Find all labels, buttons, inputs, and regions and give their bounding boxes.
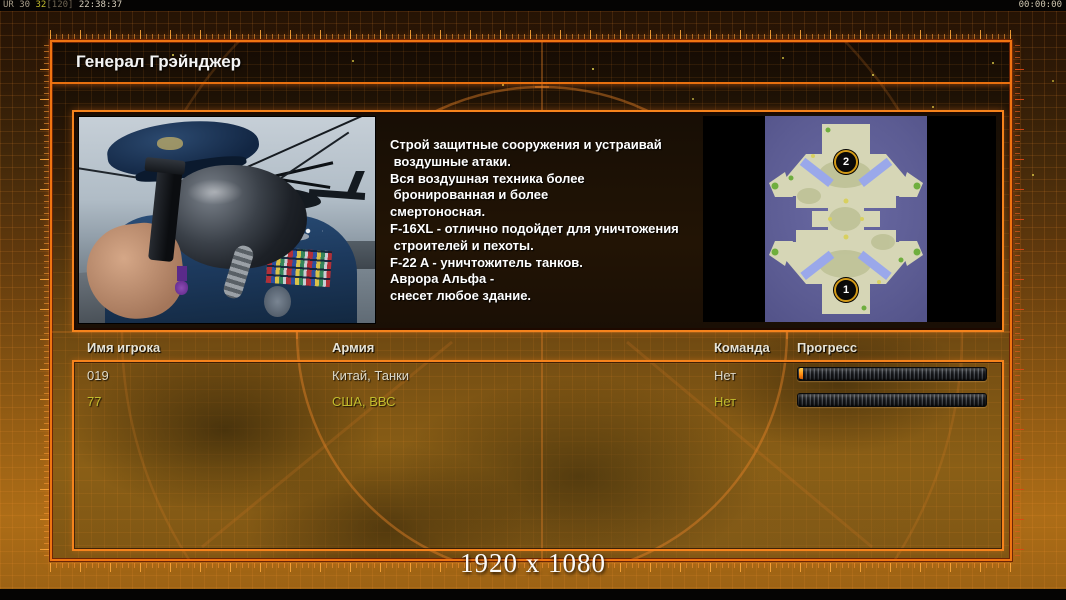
- general-briefing: Строй защитные сооружения и устраивай во…: [390, 137, 720, 305]
- main-frame: Генерал Грэйнджер Строй защитные сооруже…: [50, 40, 1012, 561]
- general-info-box: Строй защитные сооружения и устраивай во…: [72, 110, 1004, 332]
- ruler-left: [39, 40, 49, 561]
- debug-counters: UR 30 32[120] 22:38:37: [3, 0, 122, 11]
- map-preview-panel: 2 1: [703, 116, 996, 322]
- players-table: 019 Китай, Танки Нет 77 США, ВВС Нет: [72, 360, 1004, 551]
- spawn-point-badge: 1: [834, 278, 858, 302]
- map-preview: 2 1: [765, 116, 927, 322]
- player-army: США, ВВС: [332, 394, 396, 409]
- game-loading-screen: UR 30 32[120] 22:38:37 00:00:00 Генерал …: [0, 0, 1066, 600]
- briefing-line: Строй защитные сооружения и устраивай: [390, 137, 662, 152]
- briefing-line: бронированная и более: [390, 187, 549, 203]
- briefing-line: смертоносная.: [390, 204, 486, 220]
- uniform-emblem: [264, 286, 291, 317]
- page-title: Генерал Грэйнджер: [76, 52, 242, 71]
- player-row: 77 США, ВВС Нет: [74, 393, 1002, 411]
- loading-progress-bar: [797, 393, 987, 407]
- debug-status-bar: UR 30 32[120] 22:38:37 00:00:00: [0, 0, 1066, 11]
- debug-fps: 32: [35, 0, 47, 10]
- briefing-line: F-16XL - отлично подойдет для уничтожени…: [390, 220, 679, 236]
- briefing-line: Аврора Альфа -: [390, 271, 495, 287]
- player-name: 77: [87, 394, 102, 409]
- player-army: Китай, Танки: [332, 368, 410, 383]
- players-table-header: Имя игрока Армия Команда Прогресс: [72, 340, 1000, 360]
- resolution-label: 1920 x 1080: [460, 548, 606, 578]
- column-header-progress: Прогресс: [797, 340, 858, 355]
- player-team: Нет: [714, 368, 737, 383]
- player-row: 019 Китай, Танки Нет: [74, 367, 1002, 385]
- column-header-army: Армия: [332, 340, 375, 355]
- purple-heart-ribbon: [177, 266, 187, 281]
- helicopter-fin: [346, 171, 365, 195]
- briefing-line: F-22 A - уничтожитель танков.: [390, 254, 583, 270]
- bottom-letterbox: [0, 589, 1066, 600]
- briefing-line: воздушные атаки.: [390, 153, 511, 169]
- game-timer: 00:00:00: [1018, 0, 1062, 10]
- ruler-right: [1015, 40, 1025, 561]
- purple-heart-medal: [175, 281, 188, 295]
- progress-fill: [799, 368, 803, 379]
- debug-prefix: UR 30: [3, 0, 36, 10]
- loading-progress-bar: [797, 367, 987, 381]
- player-name: 019: [87, 368, 109, 383]
- title-bar: Генерал Грэйнджер: [52, 42, 1010, 84]
- briefing-line: строителей и пехоты.: [390, 237, 534, 253]
- spawn-point-badge: 2: [834, 150, 858, 174]
- column-header-player-name: Имя игрока: [87, 340, 161, 355]
- debug-clock: 22:38:37: [78, 0, 123, 10]
- general-portrait: [78, 116, 376, 324]
- player-team: Нет: [714, 394, 737, 409]
- briefing-line: снесет любое здание.: [390, 288, 532, 304]
- cap-badge: [157, 137, 183, 150]
- column-header-team: Команда: [714, 340, 770, 355]
- briefing-line: Вся воздушная техника более: [390, 170, 585, 186]
- debug-bracket: [120]: [46, 0, 79, 10]
- visor-glare: [187, 179, 243, 205]
- ruler-top: [50, 29, 1012, 39]
